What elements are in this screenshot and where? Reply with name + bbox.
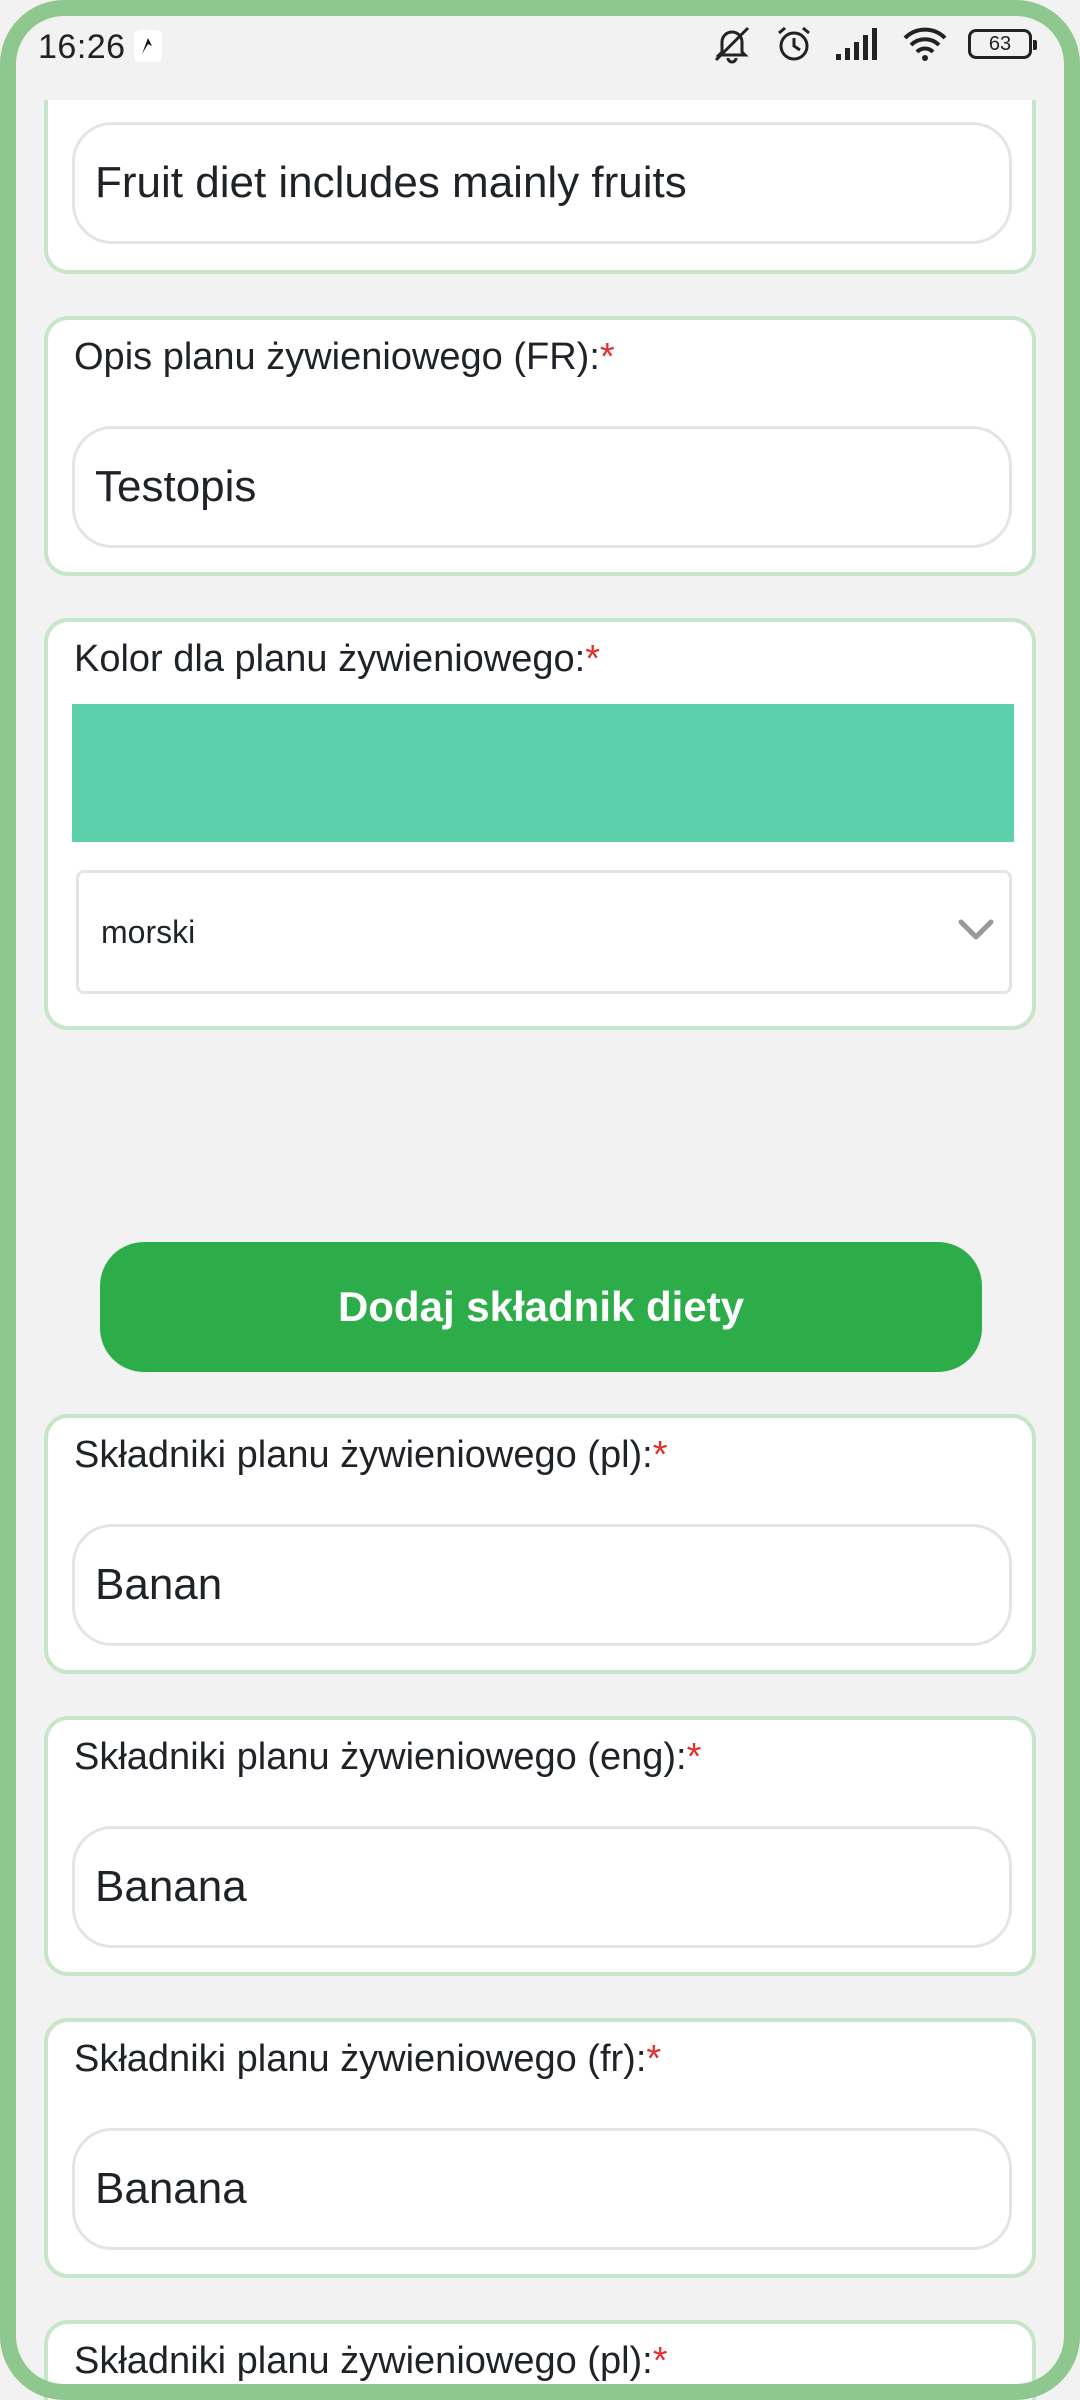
ingredient-pl-card: Składniki planu żywieniowego (pl):* Bana… (44, 1414, 1036, 1674)
battery-level: 63 (988, 33, 1012, 55)
required-asterisk: * (652, 2340, 668, 2382)
description-fr-card: Opis planu żywieniowego (FR):* Testopis (44, 316, 1036, 576)
ingredient-eng-field[interactable]: Banana (72, 1826, 1012, 1948)
description-en-field[interactable]: Fruit diet includes mainly fruits (72, 122, 1012, 244)
ingredient-fr-card: Składniki planu żywieniowego (fr):* Bana… (44, 2018, 1036, 2278)
app-notification-icon (134, 30, 162, 62)
color-card: Kolor dla planu żywieniowego:* morski (44, 618, 1036, 1030)
ingredient-fr-label: Składniki planu żywieniowego (fr):* (74, 2038, 662, 2080)
color-select[interactable]: morski (76, 870, 1012, 994)
required-asterisk: * (585, 638, 600, 680)
description-fr-label: Opis planu żywieniowego (FR):* (74, 336, 615, 378)
color-preview-swatch (72, 704, 1014, 842)
color-label: Kolor dla planu żywieniowego:* (74, 638, 600, 680)
ingredient-pl-label: Składniki planu żywieniowego (pl):* (74, 1434, 668, 1476)
required-asterisk: * (652, 1434, 668, 1476)
battery-icon: 63 (968, 29, 1037, 59)
silent-bell-icon (714, 26, 750, 64)
description-fr-field[interactable]: Testopis (72, 426, 1012, 548)
ingredient-eng-label: Składniki planu żywieniowego (eng):* (74, 1736, 702, 1778)
ingredient-pl-field[interactable]: Banan (72, 1524, 1012, 1646)
signal-icon (836, 28, 877, 60)
status-icons: 63 (710, 24, 1037, 64)
chevron-down-icon (958, 919, 994, 940)
wifi-icon (903, 27, 947, 61)
description-en-card: Fruit diet includes mainly fruits (44, 90, 1036, 274)
required-asterisk: * (686, 1736, 702, 1778)
color-select-value: morski (101, 914, 196, 950)
required-asterisk: * (599, 336, 615, 378)
ingredient-pl-label-2: Składniki planu żywieniowego (pl):* (74, 2340, 668, 2382)
ingredient-eng-card: Składniki planu żywieniowego (eng):* Ban… (44, 1716, 1036, 1976)
status-bar: 16:26 63 (0, 0, 1080, 100)
add-ingredient-button[interactable]: Dodaj składnik diety (100, 1242, 982, 1372)
alarm-icon (778, 26, 810, 61)
ingredient-fr-field[interactable]: Banana (72, 2128, 1012, 2250)
status-time: 16:26 (38, 28, 126, 66)
required-asterisk: * (646, 2038, 662, 2080)
ingredient-pl-card-2: Składniki planu żywieniowego (pl):* (44, 2320, 1036, 2400)
